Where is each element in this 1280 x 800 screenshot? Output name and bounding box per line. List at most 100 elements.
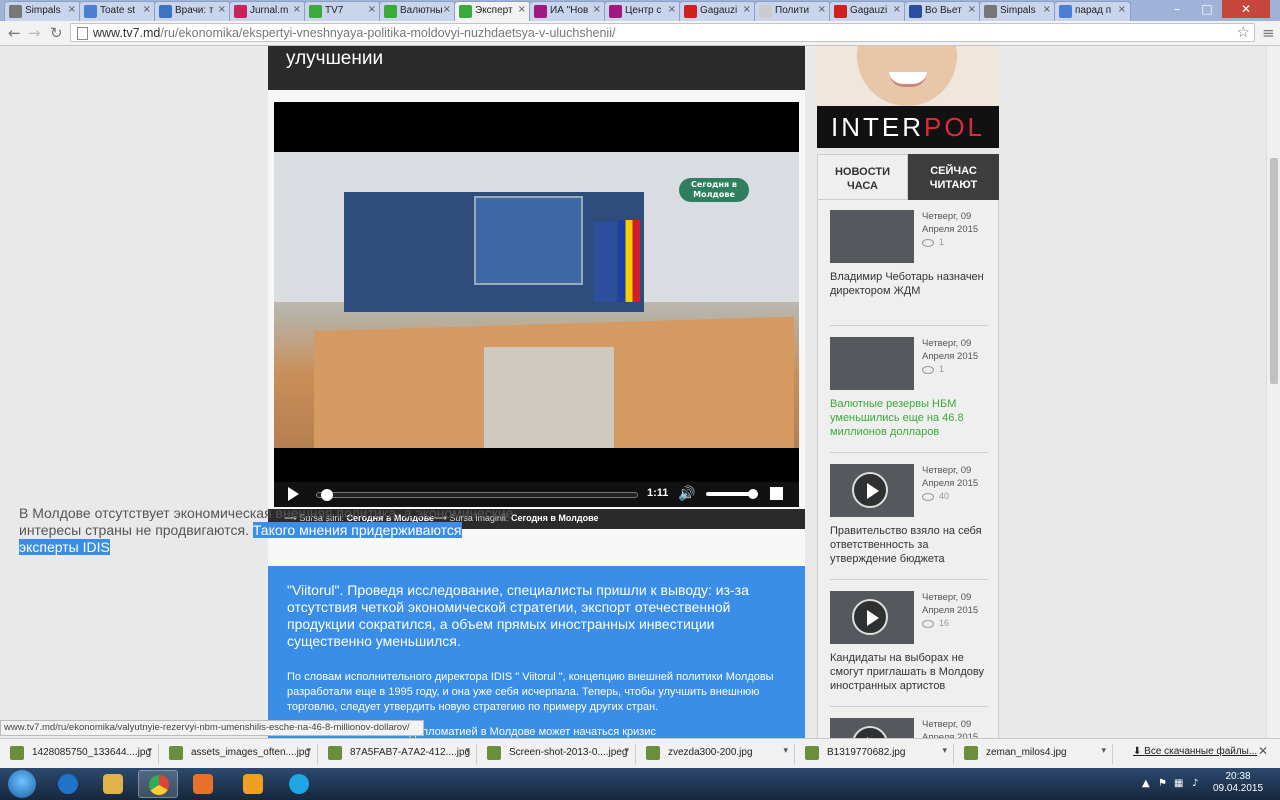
video-player[interactable]: Сегодня в Молдове 1:11 🔊 [274,102,799,507]
fullscreen-icon[interactable] [770,487,783,500]
progress-handle[interactable] [321,489,334,501]
taskbar-explorer[interactable] [93,770,133,798]
browser-tab[interactable]: TV7 × [304,1,381,21]
browser-tab[interactable]: Simpals × [979,1,1056,21]
tab-close-icon[interactable]: × [1043,4,1051,15]
play-icon[interactable] [852,726,888,738]
browser-tab[interactable]: Во Вьет × [904,1,981,21]
show-all-downloads-link[interactable]: ⬇ Все скачанные файлы... [1133,746,1257,757]
browser-tab[interactable]: Валютны × [379,1,456,21]
browser-tab[interactable]: ИА "Нов × [529,1,606,21]
tab-close-icon[interactable]: × [68,4,76,15]
tab-close-icon[interactable]: × [743,4,751,15]
news-thumbnail[interactable] [830,210,914,263]
download-item[interactable]: B1319770682.jpg ▾ [795,744,954,764]
scrollbar-thumb[interactable] [1270,158,1278,384]
tab-close-icon[interactable]: × [443,4,451,15]
taskbar-skype[interactable] [279,770,319,798]
taskbar-media[interactable] [183,770,223,798]
browser-tab[interactable]: Simpals × [4,1,81,21]
video-progress-bar[interactable] [316,489,638,501]
browser-tab[interactable]: Gagauzi × [679,1,756,21]
play-icon[interactable] [288,487,299,501]
volume-handle[interactable] [748,489,759,499]
tab-favicon-icon [459,5,472,18]
download-item[interactable]: 87A5FAB7-A7A2-412....jpg ▾ [318,744,477,764]
browser-tab[interactable]: Gagauzi × [829,1,906,21]
download-item[interactable]: Screen-shot-2013-0....jpeg ▾ [477,744,636,764]
video-frame[interactable]: Сегодня в Молдове [274,152,799,448]
tab-reading-now[interactable]: СЕЙЧАС ЧИТАЮТ [908,154,999,200]
tray-arrow-icon[interactable]: ▲ [1142,778,1150,789]
menu-icon[interactable]: ≡ [1262,24,1275,42]
volume-icon[interactable]: 🔊 [678,486,695,502]
download-menu-icon[interactable]: ▾ [306,746,311,756]
browser-tab[interactable]: Jurnal.m × [229,1,306,21]
download-item[interactable]: zeman_milos4.jpg ▾ [954,744,1113,764]
ad-banner[interactable]: INTERPOL [817,46,999,148]
tray-network-icon[interactable]: ▦ [1174,778,1183,789]
news-title[interactable]: Валютные резервы НБМ уменьшились еще на … [830,397,990,439]
tab-close-icon[interactable]: × [218,4,226,15]
play-icon[interactable] [852,599,888,635]
download-menu-icon[interactable]: ▾ [624,746,629,756]
bookmark-star-icon[interactable]: ☆ [1237,23,1250,41]
tab-news-hour[interactable]: НОВОСТИ ЧАСА [817,154,908,200]
browser-tab[interactable]: парад п × [1054,1,1131,21]
minimize-button[interactable]: – [1162,0,1192,18]
news-thumbnail[interactable] [830,337,914,390]
download-item[interactable]: 1428085750_133644....jpg ▾ [0,744,159,764]
taskbar-chrome[interactable] [138,770,178,798]
tab-label: Gagauzi [850,5,888,16]
close-window-button[interactable]: ✕ [1222,0,1270,18]
page-scrollbar[interactable] [1266,46,1280,738]
news-thumbnail[interactable] [830,591,914,644]
taskbar-ie[interactable] [48,770,88,798]
tab-favicon-icon [534,5,547,18]
browser-tab[interactable]: Toate st × [79,1,156,21]
download-item[interactable]: zvezda300-200.jpg ▾ [636,744,795,764]
tab-close-icon[interactable]: × [368,4,376,15]
back-icon[interactable]: ← [8,24,21,42]
tab-close-icon[interactable]: × [893,4,901,15]
tab-close-icon[interactable]: × [1118,4,1126,15]
address-bar[interactable]: www.tv7.md/ru/ekonomika/ekspertyi-vneshn… [70,23,1255,42]
reload-icon[interactable]: ↻ [50,24,63,42]
browser-tab[interactable]: Центр с × [604,1,681,21]
download-menu-icon[interactable]: ▾ [465,746,470,756]
tab-close-icon[interactable]: × [818,4,826,15]
browser-tab[interactable]: Врачи: т × [154,1,231,21]
tab-close-icon[interactable]: × [143,4,151,15]
maximize-button[interactable]: □ [1192,0,1222,18]
browser-tab[interactable]: Полити × [754,1,831,21]
taskbar-outlook[interactable] [233,770,273,798]
browser-tab[interactable]: Эксперт × [454,1,531,21]
tab-close-icon[interactable]: × [668,4,676,15]
download-menu-icon[interactable]: ▾ [147,746,152,756]
forward-icon[interactable]: → [28,24,41,42]
news-title[interactable]: Кандидаты на выборах не смогут приглашат… [830,651,990,693]
download-item[interactable]: assets_images_often....jpg ▾ [159,744,318,764]
tab-close-icon[interactable]: × [293,4,301,15]
channel-logo: Сегодня в Молдове [679,178,749,202]
source-image-value[interactable]: Сегодня в Молдове [511,513,599,523]
taskbar-clock[interactable]: 20:38 09.04.2015 [1213,771,1263,795]
news-title[interactable]: Правительство взяло на себя ответственно… [830,524,990,566]
news-thumbnail[interactable] [830,718,914,738]
tab-close-icon[interactable]: × [593,4,601,15]
download-menu-icon[interactable]: ▾ [1101,746,1106,756]
tab-close-icon[interactable]: × [518,4,526,15]
tab-close-icon[interactable]: × [968,4,976,15]
download-menu-icon[interactable]: ▾ [783,746,788,756]
eu-flag [594,222,616,302]
close-downloads-button[interactable]: ✕ [1258,744,1268,758]
news-thumbnail[interactable] [830,464,914,517]
news-title[interactable]: Владимир Чеботарь назначен директором ЖД… [830,270,990,298]
tray-flag-icon[interactable]: ⚑ [1158,778,1167,789]
tab-favicon-icon [609,5,622,18]
tray-volume-icon[interactable]: ♪ [1192,778,1198,789]
play-icon[interactable] [852,472,888,508]
volume-slider[interactable] [706,489,759,499]
start-button[interactable] [8,770,36,798]
download-menu-icon[interactable]: ▾ [942,746,947,756]
